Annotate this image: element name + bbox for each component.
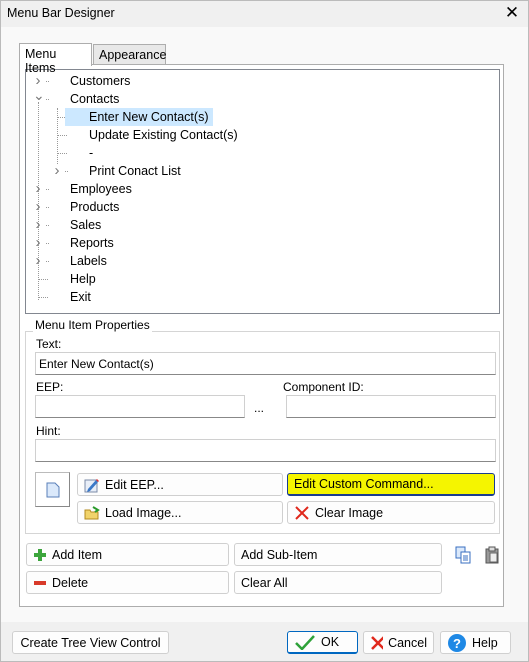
tree-line bbox=[46, 243, 49, 244]
menu-tree[interactable]: › Customers ⌄ Contacts Enter New Contact(s) U… bbox=[25, 69, 500, 314]
tab-menu-items[interactable]: Menu Items bbox=[19, 43, 92, 75]
window-title: Menu Bar Designer bbox=[7, 6, 115, 20]
ok-button[interactable]: OK bbox=[287, 631, 358, 654]
open-folder-icon bbox=[84, 505, 100, 519]
help-label: Help bbox=[472, 635, 498, 650]
paste-button[interactable] bbox=[483, 546, 501, 567]
tree-item[interactable]: Labels bbox=[70, 252, 107, 270]
plus-icon bbox=[34, 548, 46, 561]
image-preview bbox=[35, 472, 70, 507]
add-item-button[interactable]: Add Item bbox=[26, 543, 229, 566]
help-button[interactable]: ? Help bbox=[440, 631, 511, 654]
text-label: Text: bbox=[36, 337, 62, 351]
red-x-icon bbox=[295, 505, 309, 520]
chevron-right-icon[interactable]: › bbox=[33, 198, 43, 216]
component-id-label: Component ID: bbox=[283, 380, 364, 394]
tree-line bbox=[46, 207, 49, 208]
tree-line bbox=[46, 261, 49, 262]
delete-label: Delete bbox=[52, 575, 89, 590]
eep-browse-button[interactable]: ... bbox=[254, 401, 264, 415]
tab-appearance[interactable]: Appearance bbox=[93, 44, 166, 64]
edit-custom-command-label: Edit Custom Command... bbox=[294, 477, 434, 491]
component-id-input[interactable] bbox=[286, 395, 496, 418]
help-icon: ? bbox=[448, 633, 466, 652]
tree-line bbox=[65, 171, 68, 172]
hint-input[interactable] bbox=[35, 439, 496, 462]
tree-item[interactable]: Sales bbox=[70, 216, 101, 234]
tree-item[interactable]: Contacts bbox=[70, 90, 119, 108]
tree-item[interactable]: Employees bbox=[70, 180, 132, 198]
tree-line bbox=[38, 297, 48, 298]
tree-item[interactable]: Customers bbox=[70, 72, 130, 90]
chevron-right-icon[interactable]: › bbox=[33, 252, 43, 270]
tree-item[interactable]: Enter New Contact(s) bbox=[65, 108, 214, 126]
tree-line bbox=[46, 189, 49, 190]
add-sub-item-button[interactable]: Add Sub-Item bbox=[234, 543, 442, 566]
eep-label: EEP: bbox=[36, 380, 64, 394]
tree-line bbox=[57, 153, 67, 154]
tree-item[interactable]: - bbox=[89, 144, 93, 162]
tree-line bbox=[46, 81, 49, 82]
tree-line bbox=[46, 99, 49, 100]
chevron-right-icon[interactable]: › bbox=[33, 216, 43, 234]
create-tree-view-label: Create Tree View Control bbox=[20, 635, 161, 650]
edit-eep-label: Edit EEP... bbox=[105, 477, 164, 492]
chevron-right-icon[interactable]: › bbox=[33, 234, 43, 252]
tree-item[interactable]: Help bbox=[70, 270, 96, 288]
tree-item[interactable]: Reports bbox=[70, 234, 114, 252]
paste-icon bbox=[485, 546, 499, 564]
red-x-icon bbox=[371, 635, 384, 650]
text-input[interactable] bbox=[35, 352, 496, 375]
close-icon: ✕ bbox=[504, 3, 520, 22]
svg-text:?: ? bbox=[453, 636, 461, 651]
ok-label: OK bbox=[321, 635, 340, 649]
add-item-label: Add Item bbox=[52, 547, 103, 562]
tree-line bbox=[57, 135, 67, 136]
edit-custom-command-button[interactable]: Edit Custom Command... bbox=[287, 473, 495, 496]
clear-all-button[interactable]: Clear All bbox=[234, 571, 442, 594]
eep-input[interactable] bbox=[35, 395, 245, 418]
close-button[interactable]: ✕ bbox=[500, 2, 524, 24]
hint-label: Hint: bbox=[36, 424, 61, 438]
tree-item[interactable]: Products bbox=[70, 198, 119, 216]
copy-icon bbox=[455, 546, 471, 564]
document-icon bbox=[46, 482, 60, 498]
chevron-right-icon[interactable]: › bbox=[52, 162, 62, 180]
group-label: Menu Item Properties bbox=[33, 318, 152, 332]
cancel-label: Cancel bbox=[388, 635, 427, 650]
tree-item[interactable]: Update Existing Contact(s) bbox=[89, 126, 238, 144]
chevron-down-icon[interactable]: ⌄ bbox=[33, 86, 45, 104]
chevron-right-icon[interactable]: › bbox=[33, 180, 43, 198]
copy-button[interactable] bbox=[454, 546, 472, 567]
checkmark-icon bbox=[295, 635, 315, 650]
tree-line bbox=[38, 279, 48, 280]
clear-image-label: Clear Image bbox=[315, 505, 384, 520]
add-sub-item-label: Add Sub-Item bbox=[241, 547, 318, 562]
create-tree-view-button[interactable]: Create Tree View Control bbox=[12, 631, 169, 654]
tree-line bbox=[46, 225, 49, 226]
minus-icon bbox=[34, 580, 46, 585]
delete-button[interactable]: Delete bbox=[26, 571, 229, 594]
tree-item[interactable]: Print Conact List bbox=[89, 162, 181, 180]
clear-all-label: Clear All bbox=[241, 575, 288, 590]
tree-item[interactable]: Exit bbox=[70, 288, 91, 306]
load-image-label: Load Image... bbox=[105, 505, 182, 520]
edit-pencil-icon bbox=[84, 478, 99, 492]
edit-eep-button[interactable]: Edit EEP... bbox=[77, 473, 283, 496]
load-image-button[interactable]: Load Image... bbox=[77, 501, 283, 524]
cancel-button[interactable]: Cancel bbox=[363, 631, 434, 654]
clear-image-button[interactable]: Clear Image bbox=[287, 501, 495, 524]
